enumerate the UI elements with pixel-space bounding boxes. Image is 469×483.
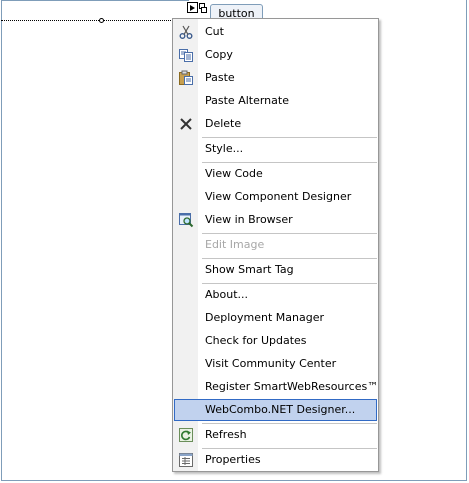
- menu-item-label: Check for Updates: [205, 334, 307, 347]
- component-icon: [199, 3, 207, 13]
- menu-item-properties[interactable]: Properties: [174, 449, 377, 471]
- menu-item-label: Edit Image: [205, 238, 265, 251]
- menu-item-check-for-updates[interactable]: Check for Updates: [174, 330, 377, 352]
- menu-item-label: View Component Designer: [205, 190, 352, 203]
- menu-item-label: About...: [205, 288, 249, 301]
- context-menu: Cut Copy Paste Paste Alternate Delete St…: [172, 18, 379, 472]
- menu-item-label: Show Smart Tag: [205, 263, 294, 276]
- menu-item-paste[interactable]: Paste: [174, 67, 377, 89]
- menu-item-about[interactable]: About...: [174, 284, 377, 306]
- menu-item-view-component-designer[interactable]: View Component Designer: [174, 186, 377, 208]
- smart-tag-icon[interactable]: [187, 2, 198, 13]
- menu-item-label: Visit Community Center: [205, 357, 337, 370]
- menu-item-label: WebCombo.NET Designer...: [205, 403, 356, 416]
- menu-item-view-in-browser[interactable]: View in Browser: [174, 209, 377, 231]
- menu-item-label: Refresh: [205, 428, 247, 441]
- menu-item-label: Delete: [205, 117, 242, 130]
- resize-handle[interactable]: [99, 18, 104, 23]
- copy-icon: [179, 49, 193, 62]
- menu-item-view-code[interactable]: View Code: [174, 163, 377, 185]
- menu-item-deployment-manager[interactable]: Deployment Manager: [174, 307, 377, 329]
- menu-item-label: Cut: [205, 25, 224, 38]
- scissors-icon: [179, 25, 193, 39]
- menu-item-edit-image: Edit Image: [174, 234, 377, 256]
- menu-item-style[interactable]: Style...: [174, 138, 377, 160]
- menu-item-label: Copy: [205, 48, 233, 61]
- menu-item-label: Style...: [205, 142, 244, 155]
- properties-icon: [179, 453, 193, 467]
- menu-item-register-smartwebresources[interactable]: Register SmartWebResources™: [174, 376, 379, 398]
- menu-item-webcombo-designer[interactable]: WebCombo.NET Designer...: [174, 399, 377, 421]
- menu-item-copy[interactable]: Copy: [174, 44, 377, 66]
- menu-item-refresh[interactable]: Refresh: [174, 424, 377, 446]
- refresh-icon: [179, 428, 193, 442]
- menu-item-cut[interactable]: Cut: [174, 21, 377, 43]
- menu-item-label: Properties: [205, 453, 261, 466]
- menu-item-paste-alternate[interactable]: Paste Alternate: [174, 90, 377, 112]
- menu-item-label: Paste Alternate: [205, 94, 289, 107]
- browser-magnifier-icon: [179, 213, 194, 228]
- menu-item-label: View in Browser: [205, 213, 293, 226]
- menu-item-label: Register SmartWebResources™: [205, 380, 379, 393]
- menu-item-visit-community-center[interactable]: Visit Community Center: [174, 353, 377, 375]
- menu-item-label: View Code: [205, 167, 263, 180]
- menu-item-show-smart-tag[interactable]: Show Smart Tag: [174, 259, 377, 281]
- menu-item-label: Paste: [205, 71, 235, 84]
- delete-x-icon: [180, 118, 192, 130]
- menu-item-delete[interactable]: Delete: [174, 113, 377, 135]
- paste-icon: [179, 70, 193, 85]
- surface-top-border: [1, 0, 189, 1]
- menu-item-label: Deployment Manager: [205, 311, 324, 324]
